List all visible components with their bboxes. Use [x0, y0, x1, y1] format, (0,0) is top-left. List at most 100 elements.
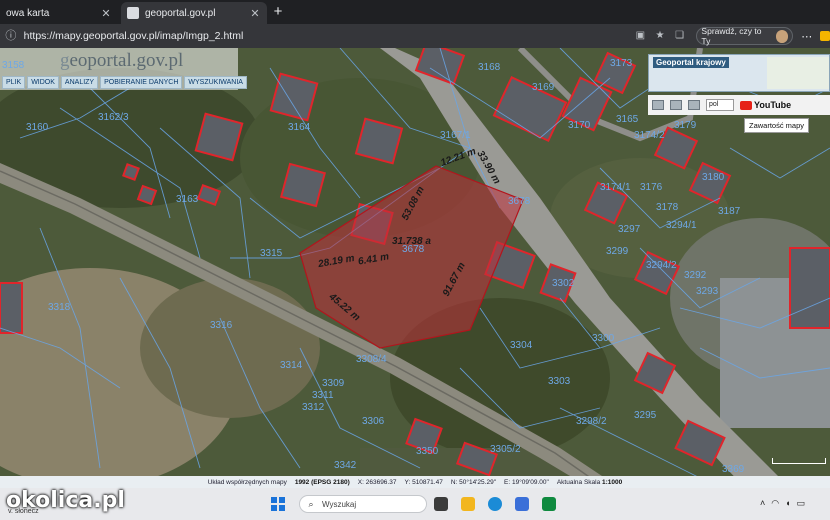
e-value: 19°09'09.00"	[511, 478, 549, 486]
youtube-link[interactable]: YouTube	[740, 100, 791, 110]
print-icon[interactable]	[652, 100, 664, 110]
collections-icon[interactable]: ❏	[673, 29, 687, 43]
speaker-icon[interactable]: ◖	[785, 498, 790, 509]
parcel-label: 3315	[260, 248, 283, 259]
parcel-label: 3292	[684, 270, 707, 281]
youtube-label: YouTube	[754, 100, 792, 110]
overview-map-panel: Geoportal krajowy	[648, 54, 830, 92]
map-view[interactable]: geoportal.gov.pl PLIK WIDOK ANALIZY POBI…	[0, 48, 830, 488]
edge-browser-icon[interactable]	[488, 497, 502, 511]
url-field[interactable]: https://mapy.geoportal.gov.pl/imap/Imgp_…	[24, 30, 628, 42]
coordinates-status-bar: Układ współrzędnych mapy 1992 (EPSG 2180…	[0, 476, 830, 488]
e-label: E:	[504, 478, 511, 486]
split-screen-icon[interactable]: ▣	[634, 29, 648, 43]
main-menu: PLIK WIDOK ANALIZY POBIERANIE DANYCH WYS…	[2, 76, 247, 89]
menu-wyszukiwania[interactable]: WYSZUKIWANIA	[184, 76, 247, 89]
search-icon: ⌕	[308, 498, 314, 509]
help-icon[interactable]	[688, 100, 700, 110]
file-explorer-icon[interactable]	[461, 497, 475, 511]
parcel-label: 3299	[606, 246, 629, 257]
parcel-label: 3160	[26, 122, 49, 133]
parcel-label: 3293	[696, 286, 719, 297]
geoportal-header: geoportal.gov.pl PLIK WIDOK ANALIZY POBI…	[0, 48, 247, 90]
parcel-label: 3294/1	[666, 220, 697, 231]
app-icon[interactable]	[542, 497, 556, 511]
parcel-label: 3303	[548, 376, 571, 387]
geoportal-logo[interactable]: geoportal.gov.pl	[60, 50, 183, 72]
parcel-label: 3309	[322, 378, 345, 389]
menu-analizy[interactable]: ANALIZY	[60, 76, 99, 89]
task-view-icon[interactable]	[434, 497, 448, 511]
parcel-label: 3305/2	[490, 444, 521, 455]
windows-taskbar: okolica.pl v. słonecz ⌕ Wyszukaj ˄ ◠ ◖ ▭	[0, 488, 830, 520]
weather-widget[interactable]: v. słonecz	[8, 508, 39, 515]
x-label: X:	[357, 478, 364, 486]
chevron-up-icon[interactable]: ˄	[760, 498, 765, 509]
menu-pobieranie-danych[interactable]: POBIERANIE DANYCH	[100, 76, 183, 89]
x-value: 263696.37	[365, 478, 397, 486]
menu-widok[interactable]: WIDOK	[27, 76, 59, 89]
parcel-label: 3297	[618, 224, 641, 235]
map-toolbar: pol YouTube	[648, 95, 830, 115]
parcel-label: 3678	[508, 196, 531, 207]
store-icon[interactable]	[515, 497, 529, 511]
parcel-label: 3342	[334, 460, 357, 471]
parcel-label: 3306	[362, 416, 385, 427]
save-map-icon[interactable]	[670, 100, 682, 110]
more-menu-icon[interactable]: ⋯	[801, 30, 812, 43]
parcel-label: 3158	[2, 60, 25, 71]
parcel-label: 3298/2	[576, 416, 607, 427]
new-tab-button[interactable]: +	[270, 4, 286, 20]
wifi-icon[interactable]: ◠	[771, 498, 779, 509]
system-tray: ˄ ◠ ◖ ▭	[760, 498, 805, 509]
parcel-label: 3168	[478, 62, 501, 73]
parcel-label: 3173	[610, 58, 633, 69]
parcel-label: 3302	[552, 278, 575, 289]
parcel-label: 3300	[592, 333, 615, 344]
parcel-label: 3178	[656, 202, 679, 213]
taskbar-search[interactable]: ⌕ Wyszukaj	[299, 495, 427, 513]
geoportal-favicon-icon	[127, 7, 139, 19]
parcel-label: 3311	[312, 390, 334, 401]
n-value: 50°14'25.29"	[459, 478, 496, 486]
n-label: N:	[450, 478, 458, 486]
y-value: 510871.47	[412, 478, 443, 486]
overview-panel-title: Geoportal krajowy	[653, 57, 729, 68]
parcel-label: 3163	[176, 194, 199, 205]
windows-start-icon[interactable]	[271, 497, 285, 511]
favorite-star-icon[interactable]: ★	[653, 29, 667, 43]
profile-check-button[interactable]: Sprawdź, czy to Ty	[696, 26, 794, 46]
area-label: 31.738 a	[392, 236, 431, 247]
parcel-label: 3174/1	[600, 182, 631, 193]
language-select[interactable]: pol	[706, 99, 734, 111]
copilot-icon[interactable]	[820, 31, 830, 41]
overview-minimap[interactable]	[767, 57, 829, 89]
parcel-label: 3308/4	[356, 354, 387, 365]
parcel-label: 3350	[416, 446, 439, 457]
tab-new-card[interactable]: owa karta ✕	[0, 2, 118, 24]
menu-plik[interactable]: PLIK	[2, 76, 26, 89]
parcel-label: 3174/2	[634, 130, 665, 141]
site-info-icon[interactable]: ⓘ	[4, 29, 18, 43]
logo-text: eoportal.gov.pl	[69, 50, 184, 71]
parcel-label: 3169	[532, 82, 555, 93]
parcel-label: 3295	[634, 410, 657, 421]
parcel-label: 3316	[210, 320, 233, 331]
address-bar: ⓘ https://mapy.geoportal.gov.pl/imap/Img…	[0, 24, 830, 48]
battery-icon[interactable]: ▭	[797, 498, 806, 509]
parcel-label: 3176	[640, 182, 663, 193]
tab-close-icon[interactable]: ✕	[249, 7, 261, 20]
tab-title: owa karta	[6, 7, 50, 19]
crs-value: 1992 (EPSG 2180)	[294, 478, 350, 486]
parcel-label: 3304	[510, 340, 533, 351]
parcel-label: 3162/3	[98, 112, 129, 123]
browser-tab-bar: owa karta ✕ geoportal.gov.pl ✕ +	[0, 0, 830, 24]
map-contents-button[interactable]: Zawartość mapy	[744, 118, 810, 133]
tab-geoportal[interactable]: geoportal.gov.pl ✕	[121, 2, 267, 24]
tab-title: geoportal.gov.pl	[145, 7, 216, 19]
tab-close-icon[interactable]: ✕	[100, 7, 112, 20]
scale-value: 1:1000	[602, 478, 623, 486]
parcel-label: 3164	[288, 122, 311, 133]
parcel-label: 3187	[718, 206, 741, 217]
parcel-label: 3314	[280, 360, 303, 371]
